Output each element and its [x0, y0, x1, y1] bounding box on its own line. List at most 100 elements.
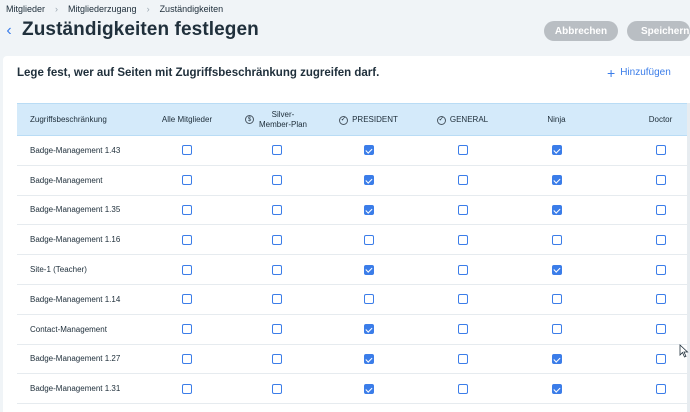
checkbox-cell: [509, 284, 604, 314]
access-checkbox[interactable]: [271, 204, 282, 215]
access-checkbox[interactable]: [655, 294, 666, 305]
access-checkbox[interactable]: [551, 383, 562, 394]
column-header-content: Doctor: [649, 115, 673, 125]
checkbox-cell: [604, 314, 690, 344]
column-header-content: Alle Mitglieder: [162, 115, 212, 125]
access-checkbox[interactable]: [271, 234, 282, 245]
table-body: Badge-Management 1.43 Badge-Management Bad…: [17, 136, 690, 404]
checkbox-cell: [321, 314, 416, 344]
access-checkbox[interactable]: [457, 175, 468, 186]
access-checkbox[interactable]: [655, 383, 666, 394]
table-row: Badge-Management 1.43: [17, 136, 690, 166]
column-header-label: Zugriffsbeschränkung: [30, 114, 107, 124]
access-checkbox[interactable]: [655, 264, 666, 275]
breadcrumb-item-member-access[interactable]: Mitgliederzugang: [68, 4, 137, 14]
access-checkbox[interactable]: [457, 324, 468, 335]
access-checkbox[interactable]: [655, 204, 666, 215]
access-checkbox[interactable]: [363, 145, 374, 156]
access-checkbox[interactable]: [655, 353, 666, 364]
access-checkbox[interactable]: [271, 294, 282, 305]
access-checkbox[interactable]: [363, 204, 374, 215]
access-checkbox[interactable]: [363, 353, 374, 364]
column-header-5: Ninja: [509, 103, 604, 136]
page-name-cell: Badge-Management 1.14: [30, 294, 121, 304]
access-checkbox[interactable]: [457, 234, 468, 245]
access-checkbox[interactable]: [655, 175, 666, 186]
access-checkbox[interactable]: [363, 294, 374, 305]
access-checkbox[interactable]: [271, 264, 282, 275]
table-row: Site-1 (Teacher): [17, 255, 690, 285]
access-checkbox[interactable]: [182, 294, 192, 305]
access-checkbox[interactable]: [457, 264, 468, 275]
checkbox-cell: [509, 255, 604, 285]
checkbox-cell: [509, 374, 604, 404]
access-checkbox[interactable]: [551, 324, 562, 335]
access-checkbox[interactable]: [551, 175, 562, 186]
access-checkbox[interactable]: [551, 294, 562, 305]
access-checkbox[interactable]: [457, 294, 468, 305]
chevron-right-icon: ›: [55, 4, 59, 14]
access-checkbox[interactable]: [182, 353, 192, 364]
page-name-cell: Badge-Management: [30, 175, 103, 185]
checkbox-cell: [321, 225, 416, 255]
access-checkbox[interactable]: [271, 175, 282, 186]
checkbox-cell: [232, 225, 321, 255]
access-checkbox[interactable]: [457, 204, 468, 215]
access-checkbox[interactable]: [363, 383, 374, 394]
page-name-cell: Badge-Management 1.16: [30, 235, 121, 245]
add-button-label: Hinzufügen: [620, 67, 671, 78]
access-checkbox[interactable]: [271, 353, 282, 364]
access-checkbox[interactable]: [271, 145, 282, 156]
access-checkbox[interactable]: [457, 353, 468, 364]
access-checkbox[interactable]: [182, 145, 192, 156]
access-checkbox[interactable]: [182, 383, 192, 394]
back-arrow-icon[interactable]: ‹: [3, 22, 15, 40]
permissions-table: Zugriffsbeschränkung Alle Mitglieder $ Silv…: [17, 103, 690, 404]
add-button[interactable]: + Hinzufügen: [607, 66, 671, 80]
access-checkbox[interactable]: [182, 234, 192, 245]
access-checkbox[interactable]: [271, 324, 282, 335]
access-checkbox[interactable]: [363, 234, 374, 245]
access-checkbox[interactable]: [457, 383, 468, 394]
access-checkbox[interactable]: [182, 175, 192, 186]
checkbox-cell: [509, 136, 604, 166]
access-checkbox[interactable]: [655, 145, 666, 156]
access-checkbox[interactable]: [551, 204, 562, 215]
page-name-cell: Badge-Management 1.43: [30, 145, 121, 155]
checkbox-cell: [142, 374, 232, 404]
table-row: Contact-Management: [17, 314, 690, 345]
dollar-circle-icon: $: [245, 115, 254, 124]
checkbox-cell: [321, 165, 416, 195]
checkbox-cell: [416, 225, 509, 255]
page-name-cell: Contact-Management: [30, 324, 107, 334]
checkbox-cell: [604, 284, 690, 314]
save-button[interactable]: Speichern: [627, 21, 690, 41]
permissions-table-container[interactable]: Zugriffsbeschränkung Alle Mitglieder $ Silv…: [17, 103, 690, 412]
column-header-4: ✓ GENERAL: [416, 103, 509, 136]
access-checkbox[interactable]: [551, 264, 562, 275]
access-checkbox[interactable]: [551, 353, 562, 364]
checkbox-cell: [232, 314, 321, 344]
checkbox-cell: [416, 195, 509, 225]
access-checkbox[interactable]: [363, 324, 374, 335]
access-checkbox[interactable]: [271, 383, 282, 394]
access-checkbox[interactable]: [182, 264, 192, 275]
checkbox-cell: [321, 195, 416, 225]
check-circle-icon: ✓: [339, 115, 349, 125]
table-row: Badge-Management 1.35: [17, 195, 690, 225]
access-checkbox[interactable]: [182, 324, 192, 335]
access-checkbox[interactable]: [363, 264, 374, 275]
access-checkbox[interactable]: [655, 324, 666, 335]
breadcrumb-item-members[interactable]: Mitglieder: [6, 4, 45, 14]
access-checkbox[interactable]: [655, 234, 666, 245]
access-checkbox[interactable]: [551, 234, 562, 245]
access-checkbox[interactable]: [363, 175, 374, 186]
cancel-button[interactable]: Abbrechen: [544, 21, 618, 41]
table-row: Badge-Management 1.14: [17, 284, 690, 315]
column-header-label: Silver-Member-Plan: [258, 109, 307, 129]
column-header-content: ✓ GENERAL: [436, 115, 488, 125]
access-checkbox[interactable]: [182, 204, 192, 215]
access-checkbox[interactable]: [551, 145, 562, 156]
checkbox-cell: [232, 374, 321, 404]
access-checkbox[interactable]: [457, 145, 468, 156]
